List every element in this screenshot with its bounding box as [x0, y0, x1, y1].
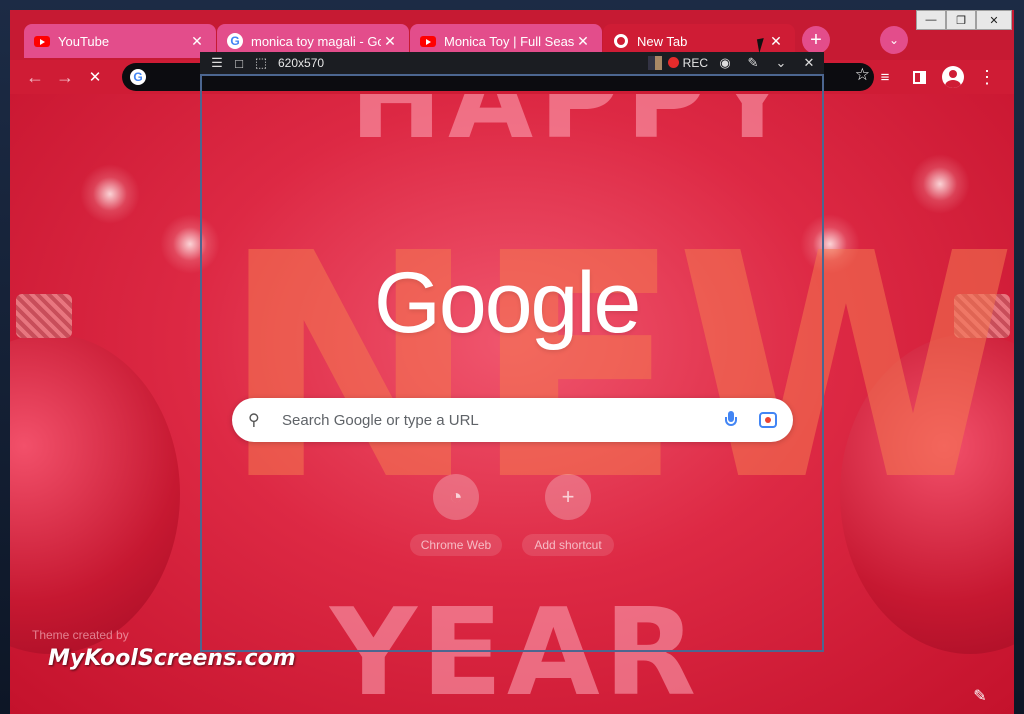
sparkle-decoration: [80, 164, 140, 224]
chrome-icon: [613, 33, 629, 49]
tab-close-icon[interactable]: ✕: [188, 32, 206, 50]
side-panel-icon[interactable]: [904, 62, 934, 92]
color-swatch-icon[interactable]: [647, 56, 662, 70]
tab-youtube[interactable]: YouTube ✕: [24, 24, 216, 58]
back-button[interactable]: ←: [20, 62, 50, 92]
stop-loading-button[interactable]: ✕: [80, 62, 110, 92]
recorder-controls: REC ◉ ✎ ⌄ ✕: [647, 52, 820, 74]
tab-close-icon[interactable]: ✕: [574, 32, 592, 50]
tab-search-button[interactable]: ⌄: [880, 26, 908, 54]
ornament-cap-left: [16, 294, 72, 338]
forward-button[interactable]: →: [50, 62, 80, 92]
tab-close-icon[interactable]: ✕: [381, 32, 399, 50]
customize-pencil-icon[interactable]: ✎: [968, 684, 992, 708]
region-resize-icon[interactable]: ⬚: [250, 55, 272, 71]
reading-list-icon[interactable]: ≡: [870, 62, 900, 92]
tab-title: New Tab: [637, 33, 688, 49]
toolbar-right-group: ≡ ⋮: [870, 62, 1002, 92]
avatar: [942, 66, 964, 88]
recorder-menu-icon[interactable]: ☰: [206, 55, 228, 71]
maximize-button[interactable]: ❐: [946, 10, 976, 30]
youtube-icon: [34, 33, 50, 49]
minimize-button[interactable]: —: [916, 10, 946, 30]
close-window-button[interactable]: ✕: [976, 10, 1012, 30]
google-icon: G: [227, 33, 243, 49]
profile-button[interactable]: [938, 62, 968, 92]
watermark: MyKoolScreens.com: [48, 646, 296, 671]
new-tab-button[interactable]: +: [802, 26, 830, 54]
google-icon: G: [130, 69, 146, 85]
tab-title: YouTube: [58, 33, 110, 49]
mouse-cursor-icon: [756, 36, 774, 54]
expand-icon[interactable]: ⌄: [770, 55, 792, 71]
tab-title: monica toy magali - Goo: [251, 33, 381, 49]
record-dot-icon: [667, 57, 679, 68]
ornament-left: [10, 334, 180, 654]
window-controls: — ❐ ✕: [916, 10, 1012, 30]
chrome-menu-button[interactable]: ⋮: [972, 62, 1002, 92]
recorder-toolbar: ☰ □ ⬚ 620x570 REC ◉ ✎ ⌄ ✕: [200, 52, 824, 74]
tab-title: Monica Toy | Full Season: [444, 33, 574, 49]
camera-icon[interactable]: ◉: [714, 55, 736, 71]
region-select-icon[interactable]: □: [228, 56, 250, 71]
close-recorder-icon[interactable]: ✕: [798, 55, 820, 71]
theme-credit[interactable]: Theme created by: [32, 628, 129, 642]
record-label: REC: [682, 56, 708, 70]
recording-region-frame[interactable]: [200, 74, 824, 652]
bookmark-star-icon[interactable]: ☆: [855, 65, 870, 85]
recording-dimensions: 620x570: [278, 56, 325, 70]
youtube-icon: [420, 33, 436, 49]
record-button[interactable]: REC: [667, 56, 708, 70]
pen-icon[interactable]: ✎: [742, 55, 764, 71]
